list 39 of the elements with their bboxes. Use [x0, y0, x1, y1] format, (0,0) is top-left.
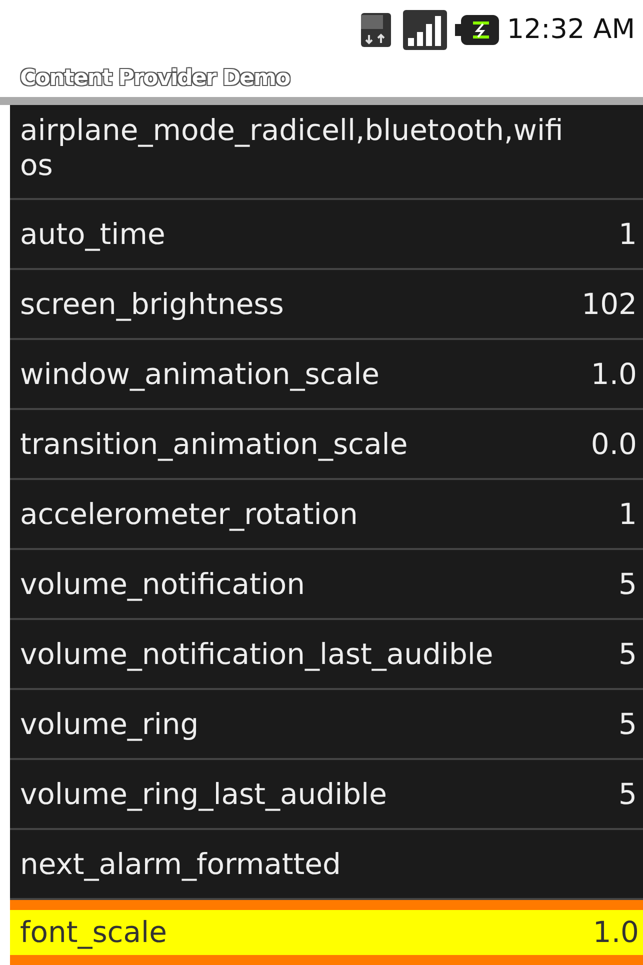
setting-value: 1.0 — [590, 356, 637, 392]
setting-name: auto_time — [20, 216, 166, 252]
setting-name: volume_notification — [20, 566, 306, 602]
setting-name: volume_ring_last_audible — [20, 776, 387, 812]
setting-value: 1.0 — [592, 915, 639, 950]
setting-value: 5 — [618, 706, 637, 742]
setting-value: 5 — [618, 636, 637, 672]
clock-time: 12:32 AM — [506, 12, 635, 47]
list-item[interactable]: transition_animation_scale 0.0 — [10, 410, 643, 480]
setting-value: 5 — [618, 776, 637, 812]
list-item[interactable]: volume_ring_last_audible 5 — [10, 760, 643, 830]
setting-name: screen_brightness — [20, 286, 284, 322]
list-item[interactable]: screen_brightness 102 — [10, 270, 643, 340]
setting-name: font_scale — [20, 915, 167, 950]
setting-name: window_animation_scale — [20, 356, 380, 392]
list-item[interactable]: airplane_mode_radicell,bluetooth,wifi os — [10, 105, 643, 200]
battery-charging-icon — [454, 15, 499, 45]
list-item[interactable]: volume_notification 5 — [10, 550, 643, 620]
setting-name: accelerometer_rotation — [20, 496, 358, 532]
setting-value: cell,bluetooth,wifi — [306, 113, 564, 148]
window-title: Content Provider Demo — [20, 65, 290, 93]
list-item[interactable]: volume_ring 5 — [10, 690, 643, 760]
setting-name: airplane_mode_radi — [20, 113, 306, 148]
setting-name: transition_animation_scale — [20, 426, 408, 462]
setting-value: 102 — [582, 286, 637, 322]
list-item[interactable]: window_animation_scale 1.0 — [10, 340, 643, 410]
setting-name-continued: os — [20, 148, 53, 182]
setting-name: next_alarm_formatted — [20, 846, 341, 882]
setting-name: volume_ring — [20, 706, 199, 742]
setting-value: 0.0 — [590, 426, 637, 462]
setting-value: 1 — [618, 496, 637, 532]
list-item[interactable]: auto_time 1 — [10, 200, 643, 270]
setting-value: 1 — [618, 216, 637, 252]
list-item-selected[interactable]: font_scale 1.0 — [10, 900, 643, 965]
list-item[interactable]: volume_notification_last_audible 5 — [10, 620, 643, 690]
setting-name: volume_notification_last_audible — [20, 636, 494, 672]
list-item[interactable]: accelerometer_rotation 1 — [10, 480, 643, 550]
signal-icon — [402, 10, 447, 50]
setting-value: 5 — [618, 566, 637, 602]
